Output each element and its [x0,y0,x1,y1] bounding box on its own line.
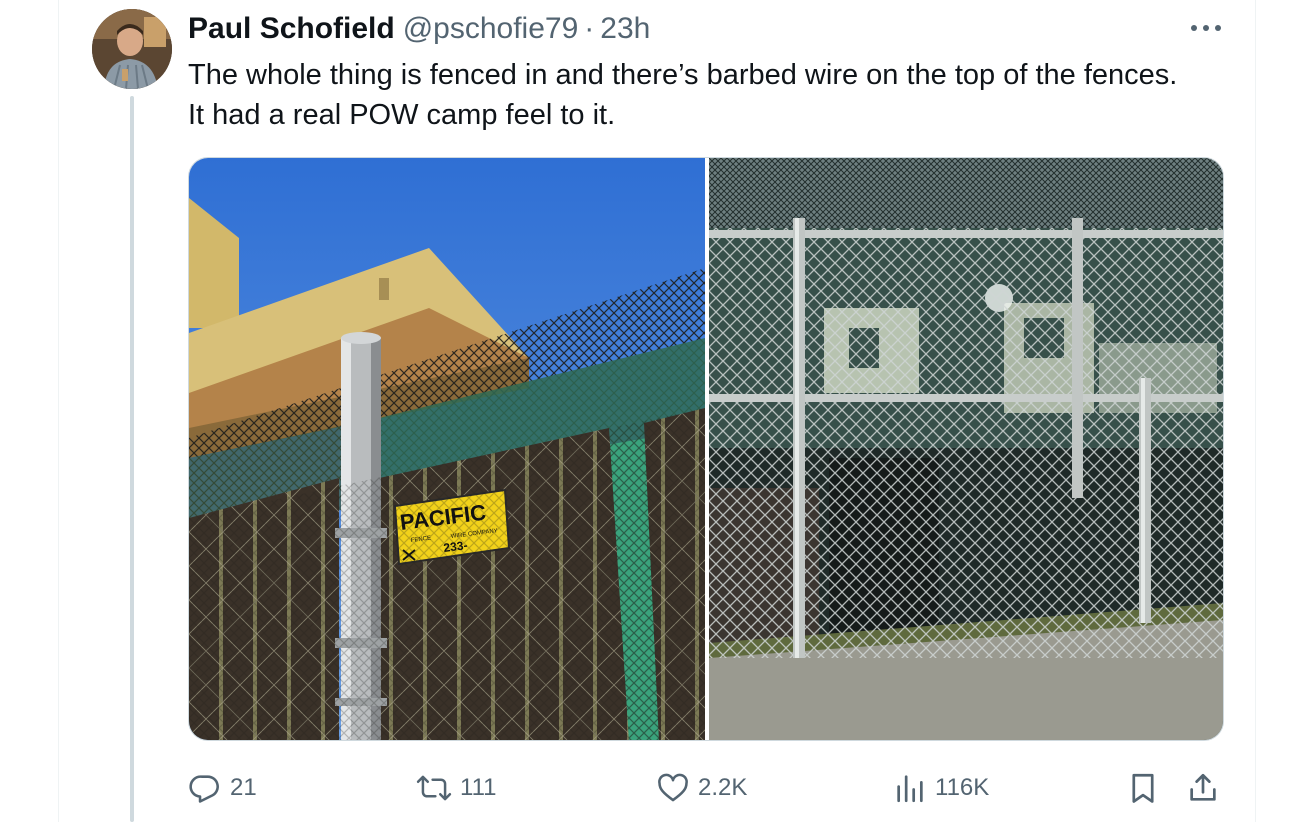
like-count: 2.2K [698,774,748,801]
more-horizontal-icon [1191,25,1221,31]
tweet-text: The whole thing is fenced in and there’s… [188,59,1178,131]
reply-button[interactable]: 21 [188,766,257,810]
views-button[interactable]: 116K [893,766,989,810]
heart-icon [658,773,688,802]
thread-connector-line [130,96,134,822]
photo-fence-with-sign[interactable]: PACIFIC FENCE WIRE COMPANY 233- [189,158,705,740]
repost-icon [416,775,452,801]
bookmark-icon [1132,773,1154,803]
repost-button[interactable]: 111 [416,766,496,810]
separator-dot: · [584,12,595,45]
avatar-photo [92,9,172,89]
like-button[interactable]: 2.2K [656,766,747,810]
views-icon [897,775,923,803]
bookmark-button[interactable] [1126,766,1160,810]
author-name[interactable]: Paul Schofield [188,12,395,46]
fence-sign-photo: PACIFIC FENCE WIRE COMPANY 233- [189,158,705,740]
action-bar: 21 111 2.2K 116K [188,766,1224,810]
share-icon [1190,773,1216,801]
author-handle[interactable]: @pschofie79 [403,12,579,46]
share-button[interactable] [1186,766,1220,810]
reply-icon [189,775,219,803]
timestamp[interactable]: 23h [600,12,650,46]
tweet-header: Paul Schofield @pschofie79 · 23h [188,10,650,48]
media-grid: PACIFIC FENCE WIRE COMPANY 233- [188,157,1224,741]
repost-count: 111 [460,774,497,801]
chain-link-photo [709,158,1223,740]
reply-count: 21 [230,774,257,801]
view-count: 116K [935,774,990,801]
avatar[interactable] [92,9,172,89]
more-options-button[interactable] [1186,16,1226,40]
photo-chain-link-fence[interactable] [709,158,1223,740]
